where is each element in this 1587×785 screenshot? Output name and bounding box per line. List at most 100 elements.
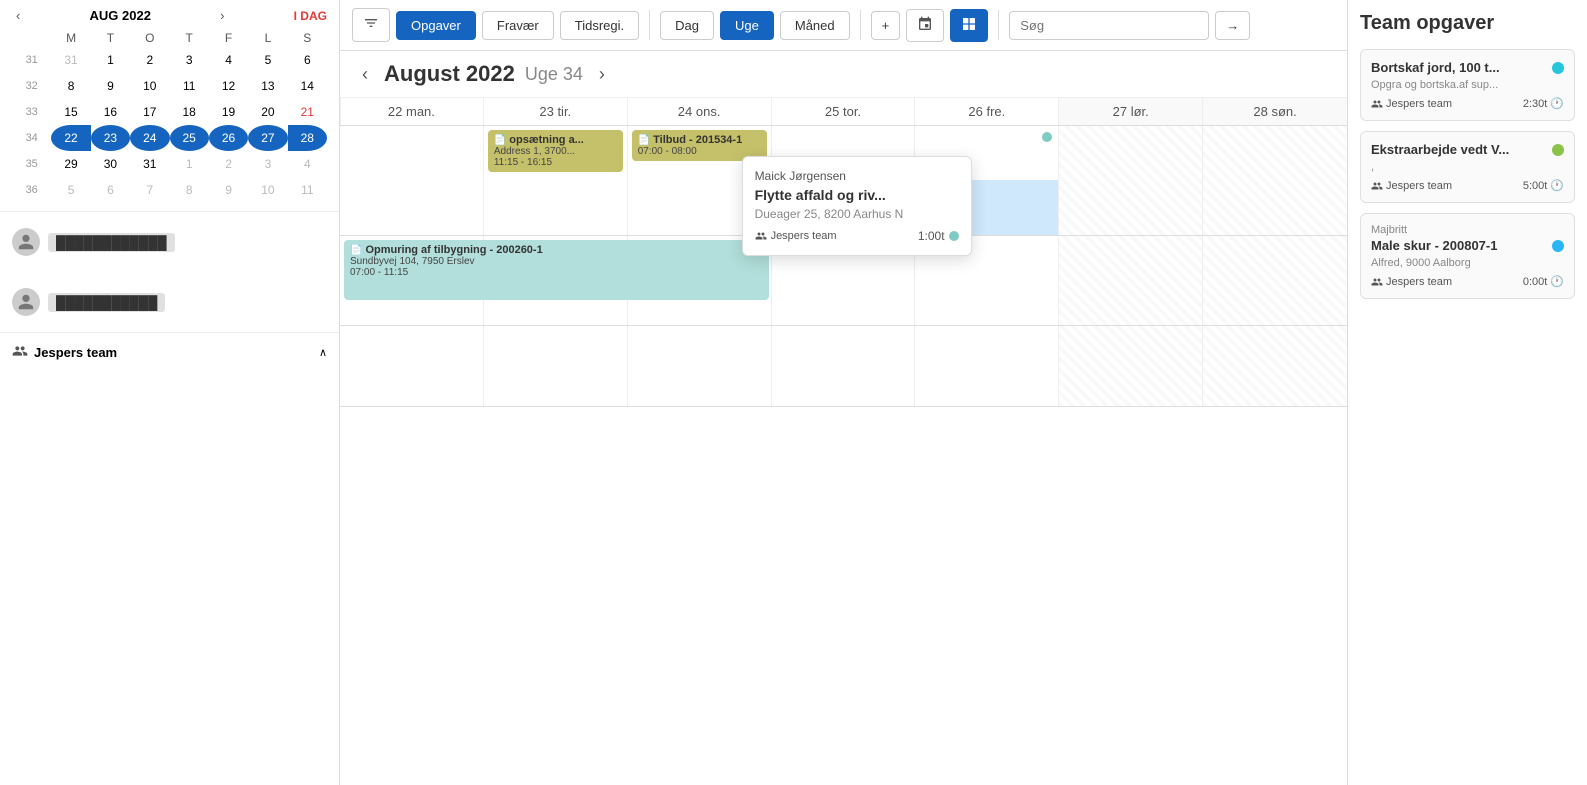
- week-cell-p1-23[interactable]: 📄 opsætning a... Address 1, 3700... 11:1…: [484, 126, 628, 235]
- mini-cal-day[interactable]: 10: [248, 177, 287, 203]
- mini-cal-day[interactable]: 5: [248, 47, 287, 73]
- week-cell-p1-27[interactable]: [1059, 126, 1203, 235]
- fravaer-tab[interactable]: Fravær: [482, 11, 554, 40]
- week-cell-team-22[interactable]: [340, 326, 484, 406]
- mini-cal-day[interactable]: 15: [51, 99, 90, 125]
- event-title-opmuring: Opmuring af tilbygning - 200260-1: [365, 244, 542, 256]
- mini-cal-day[interactable]: 6: [91, 177, 130, 203]
- search-input[interactable]: [1009, 11, 1209, 40]
- person-row-2[interactable]: ███████████: [12, 282, 327, 322]
- cal-week-label: Uge 34: [525, 64, 583, 85]
- mini-cal-day-26[interactable]: 26: [209, 125, 248, 151]
- popup-person-name: Maick Jørgensen: [755, 169, 959, 183]
- search-arrow-btn[interactable]: →: [1215, 11, 1250, 40]
- cal-next-btn[interactable]: ›: [593, 64, 611, 85]
- popup-time: 1:00t: [918, 229, 959, 243]
- task-desc-1: Opgra og bortska.af sup...: [1371, 79, 1564, 91]
- next-month-btn[interactable]: ›: [216, 8, 228, 23]
- mini-cal-day-23[interactable]: 23: [91, 125, 130, 151]
- week-cell-team-26[interactable]: [915, 326, 1059, 406]
- mini-cal-day[interactable]: 16: [91, 99, 130, 125]
- week-header: 22 man. 23 tir. 24 ons. 25 tor. 26 fre. …: [340, 98, 1347, 126]
- mini-cal-day[interactable]: 30: [91, 151, 130, 177]
- mini-cal-day[interactable]: 17: [130, 99, 169, 125]
- add-button[interactable]: +: [871, 11, 901, 40]
- week-cell-p1-28[interactable]: [1203, 126, 1347, 235]
- mini-cal-day[interactable]: 1: [170, 151, 209, 177]
- week-cell-p2-22[interactable]: 📄 Opmuring af tilbygning - 200260-1 Sund…: [340, 236, 484, 325]
- week-cell-team-28[interactable]: [1203, 326, 1347, 406]
- today-btn[interactable]: I DAG: [294, 9, 327, 23]
- person-row-1[interactable]: ████████████: [12, 222, 327, 262]
- mini-cal-day-22[interactable]: 22: [51, 125, 90, 151]
- maaned-view-btn[interactable]: Måned: [780, 11, 850, 40]
- mini-cal-day[interactable]: 11: [170, 73, 209, 99]
- mini-cal-day[interactable]: 11: [288, 177, 327, 203]
- grid-view-btn[interactable]: [950, 9, 988, 42]
- cal-prev-btn[interactable]: ‹: [356, 64, 374, 85]
- mini-cal-day[interactable]: 10: [130, 73, 169, 99]
- task-title-2: Ekstraarbejde vedt V...: [1371, 142, 1546, 157]
- cal-nav: ‹ August 2022 Uge 34 ›: [340, 51, 1347, 98]
- mini-cal-day[interactable]: 4: [288, 151, 327, 177]
- mini-cal-day[interactable]: 9: [209, 177, 248, 203]
- event-opmuring[interactable]: 📄 Opmuring af tilbygning - 200260-1 Sund…: [344, 240, 769, 300]
- week-cell-team-23[interactable]: [484, 326, 628, 406]
- task-card-1[interactable]: Bortskaf jord, 100 t... Opgra og bortska…: [1360, 49, 1575, 121]
- mini-cal-day-25[interactable]: 25: [170, 125, 209, 151]
- week-header-26: 26 fre.: [915, 98, 1059, 125]
- mini-cal-day[interactable]: 14: [288, 73, 327, 99]
- mini-cal-day[interactable]: 6: [288, 47, 327, 73]
- mini-cal-day[interactable]: 13: [248, 73, 287, 99]
- mini-cal-day[interactable]: 18: [170, 99, 209, 125]
- mini-cal-day[interactable]: 19: [209, 99, 248, 125]
- dag-view-btn[interactable]: Dag: [660, 11, 714, 40]
- mini-cal-day[interactable]: 4: [209, 47, 248, 73]
- team-collapse-icon[interactable]: ∧: [319, 346, 327, 359]
- tidsregi-tab[interactable]: Tidsregi.: [560, 11, 639, 40]
- mini-cal-day[interactable]: 31: [51, 47, 90, 73]
- week-cell-team-25[interactable]: [772, 326, 916, 406]
- task-card-3[interactable]: Majbritt Male skur - 200807-1 Alfred, 90…: [1360, 213, 1575, 299]
- week-cell-p1-22[interactable]: [340, 126, 484, 235]
- mini-cal-day[interactable]: 12: [209, 73, 248, 99]
- mini-cal-day-27[interactable]: 27: [248, 125, 287, 151]
- week-grid: 22 man. 23 tir. 24 ons. 25 tor. 26 fre. …: [340, 98, 1347, 785]
- week-cell-p1-25[interactable]: Maick Jørgensen Flytte affald og riv... …: [772, 126, 916, 235]
- week-cell-team-24[interactable]: [628, 326, 772, 406]
- mini-cal-day[interactable]: 8: [51, 73, 90, 99]
- task-desc-3: Alfred, 9000 Aalborg: [1371, 257, 1564, 269]
- event-title-opsetning: opsætning a...: [509, 134, 584, 146]
- mini-cal-day-28[interactable]: 28: [288, 125, 327, 151]
- mini-cal-day[interactable]: 1: [91, 47, 130, 73]
- mini-cal-day[interactable]: 20: [248, 99, 287, 125]
- mini-cal-day[interactable]: 29: [51, 151, 90, 177]
- filter-button[interactable]: [352, 8, 390, 42]
- mini-cal-day[interactable]: 5: [51, 177, 90, 203]
- mini-cal-day-24[interactable]: 24: [130, 125, 169, 151]
- week-header-27: 27 lør.: [1059, 98, 1203, 125]
- week-cell-p2-28[interactable]: [1203, 236, 1347, 325]
- mini-cal-day[interactable]: 9: [91, 73, 130, 99]
- mini-cal-day[interactable]: 21: [288, 99, 327, 125]
- uge-view-btn[interactable]: Uge: [720, 11, 774, 40]
- mini-cal-day[interactable]: 8: [170, 177, 209, 203]
- mini-cal-day[interactable]: 3: [248, 151, 287, 177]
- week-num: 33: [12, 99, 51, 125]
- toolbar-separator-2: [860, 10, 861, 40]
- prev-month-btn[interactable]: ‹: [12, 8, 24, 23]
- week-cell-team-27[interactable]: [1059, 326, 1203, 406]
- weekday-wed: O: [130, 29, 169, 47]
- mini-cal-day[interactable]: 2: [130, 47, 169, 73]
- mini-cal-day[interactable]: 2: [209, 151, 248, 177]
- week-cell-p2-27[interactable]: [1059, 236, 1203, 325]
- team-header[interactable]: Jespers team ∧: [12, 343, 327, 362]
- task-card-2[interactable]: Ekstraarbejde vedt V... , Jespers team 5…: [1360, 131, 1575, 203]
- mini-cal-day[interactable]: 31: [130, 151, 169, 177]
- mini-cal-day[interactable]: 3: [170, 47, 209, 73]
- calendar-icon-btn[interactable]: [906, 9, 944, 42]
- sidebar: ‹ AUG 2022 › I DAG M T O T F L S: [0, 0, 340, 785]
- mini-cal-day[interactable]: 7: [130, 177, 169, 203]
- event-opsetning[interactable]: 📄 opsætning a... Address 1, 3700... 11:1…: [488, 130, 623, 172]
- opgaver-tab[interactable]: Opgaver: [396, 11, 476, 40]
